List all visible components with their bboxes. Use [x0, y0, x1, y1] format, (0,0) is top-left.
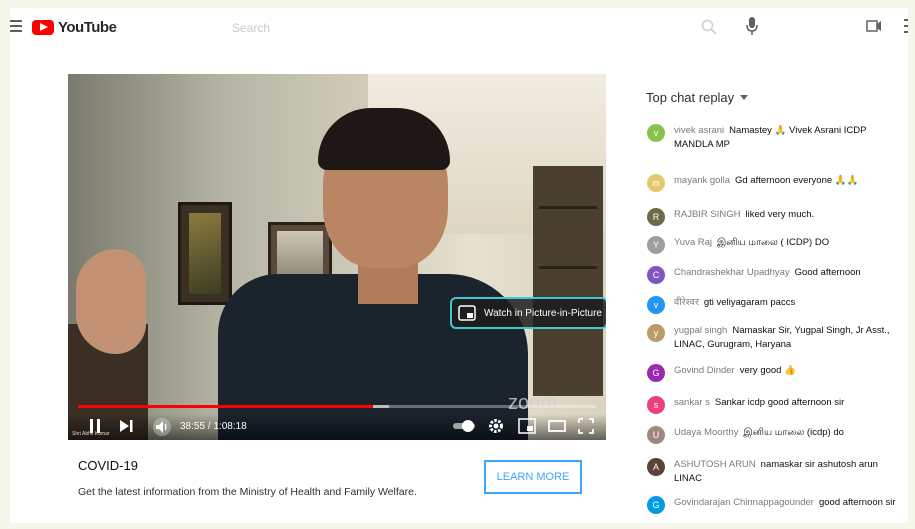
chat-mode-dropdown[interactable]: Top chat replay: [646, 90, 749, 105]
chevron-down-icon: [740, 95, 749, 100]
chat-text: இனிய மாலை (icdp) do: [743, 427, 844, 438]
chat-author[interactable]: vivek asrani: [674, 125, 724, 136]
search-bar: [230, 16, 725, 40]
miniplayer-icon[interactable]: [518, 418, 536, 434]
youtube-logo[interactable]: YouTube: [32, 16, 117, 38]
info-panel-title: COVID-19: [78, 458, 138, 473]
chat-text: Gd afternoon everyone 🙏🙏: [734, 175, 859, 186]
menu-icon[interactable]: [10, 20, 22, 34]
chat-text: liked very much.: [745, 209, 815, 220]
chat-message: m mayank golla Gd afternoon everyone 🙏🙏: [646, 174, 908, 192]
chat-author[interactable]: Govind Dinder: [674, 365, 735, 376]
learn-more-button[interactable]: LEARN MORE: [484, 460, 582, 494]
chat-text: very good 👍: [739, 365, 796, 376]
avatar[interactable]: s: [647, 396, 665, 414]
chat-author[interactable]: वीरेश्वर: [674, 297, 699, 308]
chat-message: U Udaya Moorthy இனிய மாலை (icdp) do: [646, 426, 908, 444]
chat-author[interactable]: yugpal singh: [674, 325, 727, 336]
chat-author[interactable]: Udaya Moorthy: [674, 427, 738, 438]
avatar[interactable]: Y: [647, 236, 665, 254]
youtube-page: YouTube Search Watch in Picture-in-Pictu…: [10, 8, 908, 523]
chat-message: v वीरेश्वर gti veliyagaram paccs: [646, 296, 908, 314]
chat-author[interactable]: Yuva Raj: [674, 237, 712, 248]
chat-header-label: Top chat replay: [646, 90, 735, 105]
chat-message: C Chandrashekhar Upadhyay Good afternoon: [646, 266, 908, 284]
chat-author[interactable]: Govindarajan Chinnappagounder: [674, 497, 814, 508]
avatar[interactable]: R: [647, 208, 665, 226]
progress-bar[interactable]: [78, 405, 596, 408]
avatar[interactable]: G: [647, 496, 665, 514]
avatar[interactable]: A: [647, 458, 665, 476]
volume-icon[interactable]: [152, 418, 172, 436]
info-panel-description: Get the latest information from the Mini…: [78, 486, 417, 498]
avatar[interactable]: G: [647, 364, 665, 382]
chat-author[interactable]: mayank golla: [674, 175, 730, 186]
avatar[interactable]: C: [647, 266, 665, 284]
chat-message: v vivek asrani Namastey 🙏 Vivek Asrani ICD…: [646, 124, 908, 152]
video-player[interactable]: Watch in Picture-in-Picture zoom 38:55 /…: [68, 74, 606, 440]
avatar[interactable]: y: [647, 324, 665, 342]
create-video-icon[interactable]: [866, 19, 882, 33]
bookshelf: [533, 166, 603, 396]
chat-text: இனிய மாலை ( ICDP) DO: [717, 237, 830, 248]
chat-message: R RAJBIR SINGH liked very much.: [646, 208, 908, 226]
chat-message: G Govindarajan Chinnappagounder good after…: [646, 496, 908, 514]
search-input[interactable]: [230, 16, 654, 40]
pip-popup[interactable]: Watch in Picture-in-Picture: [450, 297, 606, 329]
chat-text: Good afternoon: [794, 267, 861, 278]
zoom-watermark: zoom: [508, 392, 557, 414]
speaker-name-caption: Shri Abhit Kumar: [72, 431, 110, 437]
chat-message: Y Yuva Raj இனிய மாலை ( ICDP) DO: [646, 236, 908, 254]
chat-author[interactable]: RAJBIR SINGH: [674, 209, 741, 220]
time-display: 38:55 / 1:08:18: [180, 421, 247, 432]
autoplay-toggle-icon[interactable]: [452, 418, 476, 434]
next-icon[interactable]: [118, 418, 134, 434]
chat-message: y yugpal singh Namaskar Sir, Yugpal Singh,…: [646, 324, 908, 352]
avatar[interactable]: U: [647, 426, 665, 444]
youtube-play-icon: [32, 19, 54, 35]
wall-painting: [178, 202, 232, 305]
microphone-icon[interactable]: [745, 16, 759, 36]
chat-author[interactable]: sankar s: [674, 397, 710, 408]
player-controls: 38:55 / 1:08:18: [68, 414, 606, 440]
chat-message: A ASHUTOSH ARUN namaskar sir ashutosh arun…: [646, 458, 908, 486]
chat-text: Sankar icdp good afternoon sir: [714, 397, 845, 408]
chat-message: G Govind Dinder very good 👍: [646, 364, 908, 382]
chat-text: gti veliyagaram paccs: [703, 297, 796, 308]
chat-message: s sankar s Sankar icdp good afternoon sir: [646, 396, 908, 414]
chat-author[interactable]: ASHUTOSH ARUN: [674, 459, 756, 470]
picture-in-picture-icon: [458, 305, 476, 321]
logo-text: YouTube: [58, 18, 117, 36]
pip-label: Watch in Picture-in-Picture: [484, 307, 602, 319]
chat-author[interactable]: Chandrashekhar Upadhyay: [674, 267, 790, 278]
apps-icon[interactable]: [904, 18, 908, 34]
progress-loaded: [373, 405, 389, 408]
avatar[interactable]: v: [647, 296, 665, 314]
avatar[interactable]: v: [647, 124, 665, 142]
chat-text: good afternoon sir: [818, 497, 896, 508]
search-icon[interactable]: [700, 18, 718, 36]
settings-gear-icon[interactable]: [488, 418, 504, 434]
progress-played: [78, 405, 374, 408]
avatar[interactable]: m: [647, 174, 665, 192]
fullscreen-icon[interactable]: [578, 418, 594, 434]
theater-mode-icon[interactable]: [548, 418, 566, 434]
